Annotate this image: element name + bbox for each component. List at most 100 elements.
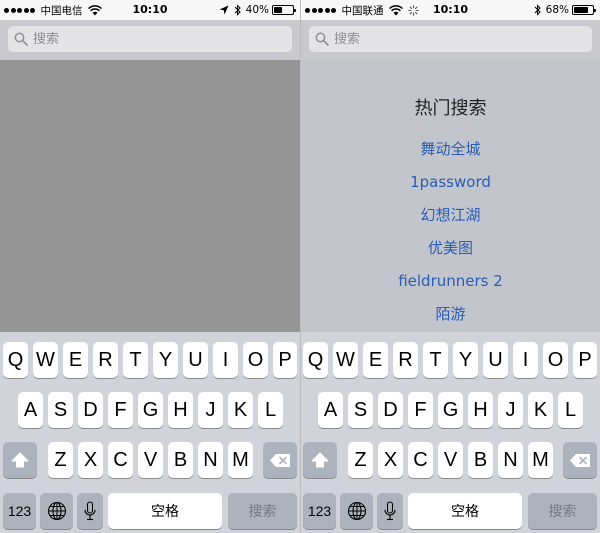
key-a[interactable]: A [318, 392, 343, 428]
key-m[interactable]: M [528, 442, 553, 478]
key-p[interactable]: P [273, 342, 297, 378]
key-d[interactable]: D [78, 392, 103, 428]
key-p[interactable]: P [573, 342, 597, 378]
key-o[interactable]: O [243, 342, 268, 378]
numbers-key[interactable]: 123 [3, 493, 36, 529]
key-r[interactable]: R [93, 342, 118, 378]
hot-search-list: 舞动全城 1password 幻想江湖 优美图 fieldrunners 2 陌… [301, 138, 600, 336]
key-x[interactable]: X [378, 442, 403, 478]
battery-fill [274, 7, 282, 13]
globe-icon [347, 501, 366, 521]
hot-search-item[interactable]: 舞动全城 [301, 138, 600, 171]
space-key[interactable]: 空格 [108, 493, 222, 529]
search-bar [301, 20, 600, 60]
key-z[interactable]: Z [348, 442, 373, 478]
key-a[interactable]: A [18, 392, 43, 428]
key-x[interactable]: X [78, 442, 103, 478]
key-v[interactable]: V [138, 442, 163, 478]
microphone-key[interactable] [77, 493, 103, 529]
space-key[interactable]: 空格 [408, 493, 522, 529]
search-key[interactable]: 搜索 [228, 493, 297, 529]
bluetooth-icon [534, 4, 541, 16]
battery-fill [574, 7, 588, 13]
location-arrow-icon [219, 5, 229, 15]
key-d[interactable]: D [378, 392, 403, 428]
battery-icon [272, 5, 296, 15]
key-f[interactable]: F [108, 392, 133, 428]
key-j[interactable]: J [198, 392, 223, 428]
key-f[interactable]: F [408, 392, 433, 428]
key-l[interactable]: L [558, 392, 583, 428]
key-h[interactable]: H [168, 392, 193, 428]
key-i[interactable]: I [213, 342, 238, 378]
microphone-icon [384, 501, 396, 521]
hot-search-item[interactable]: 优美图 [301, 237, 600, 270]
key-u[interactable]: U [183, 342, 208, 378]
key-w[interactable]: W [333, 342, 358, 378]
key-c[interactable]: C [408, 442, 433, 478]
search-key[interactable]: 搜索 [528, 493, 597, 529]
dimmed-content-area[interactable] [0, 60, 300, 332]
search-icon [14, 32, 28, 46]
status-bar: 中国电信 10:10 40% [0, 0, 300, 20]
microphone-key[interactable] [377, 493, 403, 529]
key-c[interactable]: C [108, 442, 133, 478]
key-y[interactable]: Y [453, 342, 478, 378]
key-j[interactable]: J [498, 392, 523, 428]
key-e[interactable]: E [363, 342, 388, 378]
search-bar [0, 20, 300, 60]
key-y[interactable]: Y [153, 342, 178, 378]
shift-key[interactable] [303, 442, 337, 478]
key-n[interactable]: N [198, 442, 223, 478]
globe-key[interactable] [40, 493, 73, 529]
key-e[interactable]: E [63, 342, 88, 378]
right-screen: 中国联通 10:10 68% 搜索 热门搜索 舞动全城 1password 幻想… [301, 0, 600, 533]
hot-search-title: 热门搜索 [414, 98, 487, 119]
shift-key[interactable] [3, 442, 37, 478]
delete-icon [270, 453, 290, 467]
search-icon [315, 32, 329, 46]
key-g[interactable]: G [438, 392, 463, 428]
search-input[interactable] [334, 31, 554, 47]
delete-icon [570, 453, 590, 467]
key-h[interactable]: H [468, 392, 493, 428]
battery-icon [572, 5, 596, 15]
globe-key[interactable] [340, 493, 373, 529]
globe-icon [47, 501, 66, 521]
key-k[interactable]: K [528, 392, 553, 428]
key-l[interactable]: L [258, 392, 283, 428]
key-t[interactable]: T [123, 342, 148, 378]
delete-key[interactable] [263, 442, 297, 478]
key-u[interactable]: U [483, 342, 508, 378]
keyboard: Q W E R T Y U I O P A S D F G H J K L Z … [0, 332, 300, 533]
battery-percent: 40% [245, 4, 269, 16]
key-b[interactable]: B [168, 442, 193, 478]
battery-percent: 68% [545, 4, 569, 16]
key-q[interactable]: Q [3, 342, 28, 378]
key-g[interactable]: G [138, 392, 163, 428]
search-field[interactable] [8, 26, 292, 52]
key-o[interactable]: O [543, 342, 568, 378]
key-s[interactable]: S [48, 392, 73, 428]
key-b[interactable]: B [468, 442, 493, 478]
key-r[interactable]: R [393, 342, 418, 378]
search-field[interactable] [309, 26, 592, 52]
key-k[interactable]: K [228, 392, 253, 428]
left-screen: 中国电信 10:10 40% 搜索 Q W E R T Y U I O P A … [0, 0, 300, 533]
search-input[interactable] [33, 31, 253, 47]
delete-key[interactable] [563, 442, 597, 478]
key-m[interactable]: M [228, 442, 253, 478]
key-n[interactable]: N [498, 442, 523, 478]
numbers-key[interactable]: 123 [303, 493, 336, 529]
key-z[interactable]: Z [48, 442, 73, 478]
key-q[interactable]: Q [303, 342, 328, 378]
key-s[interactable]: S [348, 392, 373, 428]
key-i[interactable]: I [513, 342, 538, 378]
hot-search-item[interactable]: 1password [301, 171, 600, 204]
key-t[interactable]: T [423, 342, 448, 378]
key-w[interactable]: W [33, 342, 58, 378]
hot-search-item[interactable]: 幻想江湖 [301, 204, 600, 237]
hot-search-panel: 热门搜索 舞动全城 1password 幻想江湖 优美图 fieldrunner… [301, 60, 600, 332]
key-v[interactable]: V [438, 442, 463, 478]
hot-search-item[interactable]: fieldrunners 2 [301, 270, 600, 303]
